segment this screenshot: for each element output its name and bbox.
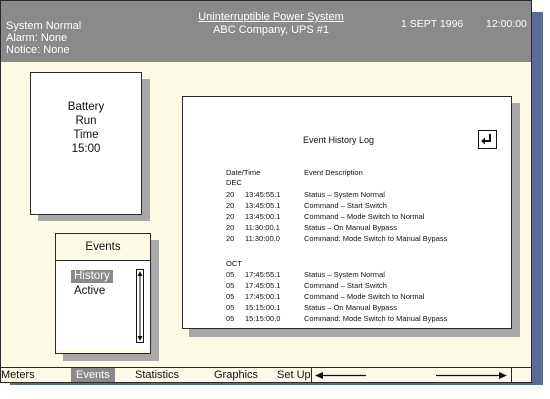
header-bar: System Normal Alarm: None Notice: None U…: [1, 1, 531, 62]
events-active-item[interactable]: Active: [74, 285, 105, 297]
log-day: 20: [226, 201, 235, 210]
battery-run-time-panel: Battery Run Time 15:00: [30, 72, 142, 215]
app-subtitle: ABC Company, UPS #1: [213, 24, 329, 36]
header-date: 1 SEPT 1996: [401, 18, 464, 30]
menu-statistics[interactable]: Statistics: [135, 368, 179, 382]
events-list: History Active: [56, 261, 150, 349]
left-arrow-icon[interactable]: [315, 372, 366, 379]
battery-run-time: Battery Run Time 15:00: [31, 100, 141, 156]
log-time: 11:30:00.0: [245, 234, 280, 243]
log-day: 05: [226, 270, 235, 279]
log-time: 15:15:00.1: [245, 303, 281, 312]
log-time: 13:45:05.1: [245, 201, 281, 210]
time-label: Time: [73, 129, 99, 141]
log-description: Command – Start Switch: [304, 281, 387, 290]
log-time: 13:45:55.1: [245, 190, 281, 199]
app-title: Uninterruptible Power System: [198, 11, 344, 23]
log-day: 05: [226, 314, 235, 323]
log-description: Status – System Normal: [304, 270, 385, 279]
battery-time-value: 15:00: [71, 143, 101, 155]
ups-screen: System Normal Alarm: None Notice: None U…: [0, 0, 532, 383]
menu-scroll-area: [311, 368, 511, 382]
log-description: Status – On Manual Bypass: [304, 303, 397, 312]
menu-setup[interactable]: Set Up: [277, 368, 311, 382]
right-arrow-icon[interactable]: [436, 372, 507, 379]
events-panel-title: Events: [56, 234, 150, 261]
log-day: 20: [226, 234, 235, 243]
log-time: 13:45:00.1: [245, 212, 281, 221]
alarm-status: Alarm: None: [6, 32, 68, 44]
log-month: DEC: [226, 178, 242, 187]
log-description: Command – Start Switch: [304, 201, 387, 210]
events-panel: Events History Active: [55, 233, 151, 354]
menu-graphics[interactable]: Graphics: [214, 368, 258, 382]
log-description: Command – Mode Switch to Normal: [304, 292, 425, 301]
menu-divider: [511, 368, 512, 382]
event-log-title: Event History Log: [303, 135, 375, 145]
events-history-item[interactable]: History: [71, 270, 113, 283]
menu-meters[interactable]: Meters: [1, 368, 35, 382]
description-column-header: Event Description: [304, 168, 363, 177]
log-day: 05: [226, 292, 235, 301]
log-day: 20: [226, 223, 235, 232]
menu-events[interactable]: Events: [71, 368, 115, 382]
events-scrollbar[interactable]: [136, 269, 144, 343]
event-history-log-panel: Event History Log Date/Time Event Descri…: [182, 96, 512, 329]
log-time: 17:45:55.1: [245, 270, 281, 279]
scroll-arrows-icon: [137, 271, 143, 341]
header-time: 12:00:00: [486, 18, 527, 30]
log-time: 17:45:00.1: [245, 292, 281, 301]
log-description: Command – Mode Switch to Normal: [304, 212, 425, 221]
menu-scroll-svg: [315, 372, 507, 379]
datetime-column-header: Date/Time: [226, 168, 261, 177]
system-status: System Normal: [6, 20, 82, 32]
log-time: 15:15:00.0: [245, 314, 281, 323]
menu-bar: Meters Events Statistics Graphics Set Up: [1, 367, 531, 382]
return-button[interactable]: [478, 130, 497, 149]
log-description: Status – On Manual Bypass: [304, 223, 397, 232]
log-day: 20: [226, 212, 235, 221]
log-time: 17:45:05.1: [245, 281, 281, 290]
log-description: Command: Mode Switch to Manual Bypass: [304, 314, 448, 323]
log-day: 20: [226, 190, 235, 199]
run-label: Run: [75, 115, 97, 127]
battery-label: Battery: [67, 101, 105, 113]
log-description: Status – System Normal: [304, 190, 385, 199]
log-day: 05: [226, 281, 235, 290]
log-day: 05: [226, 303, 235, 312]
return-arrow-icon: [481, 134, 491, 145]
log-time: 11:30:00.1: [245, 223, 280, 232]
log-month: OCT: [226, 259, 242, 268]
notice-status: Notice: None: [6, 44, 70, 56]
log-description: Command: Mode Switch to Manual Bypass: [304, 234, 448, 243]
